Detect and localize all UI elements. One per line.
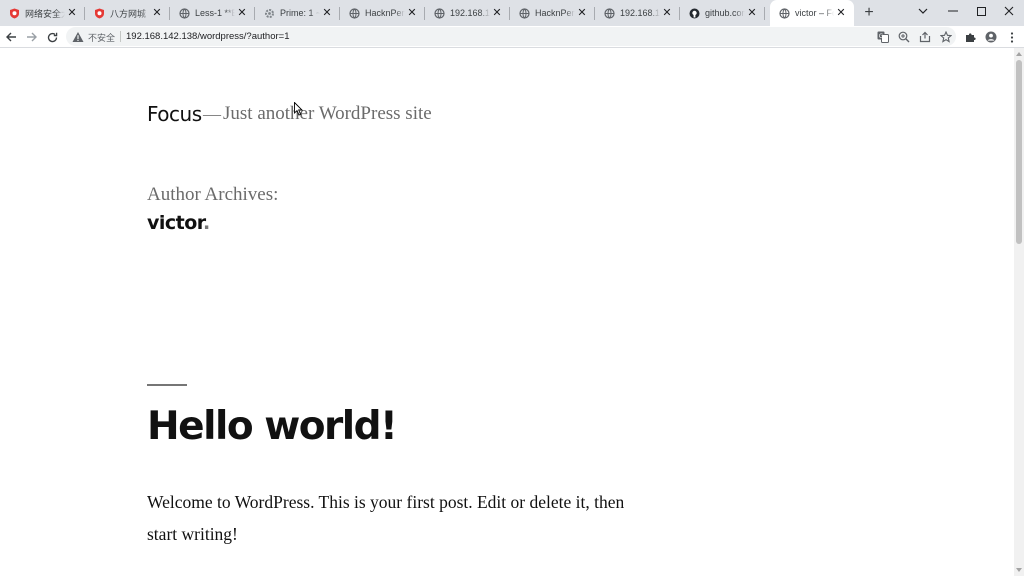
url-text[interactable]: 192.168.142.138/wordpress/?author=1 bbox=[126, 31, 289, 42]
site-description: Just another WordPress site bbox=[223, 103, 432, 124]
new-tab-button[interactable]: + bbox=[861, 5, 877, 21]
close-icon[interactable]: ✕ bbox=[235, 6, 249, 20]
tab-title: victor – Focus bbox=[795, 8, 834, 18]
tab-title: 八方网城 bbox=[110, 8, 147, 19]
close-icon[interactable]: ✕ bbox=[320, 6, 334, 20]
post-excerpt: Welcome to WordPress. This is your first… bbox=[147, 492, 625, 544]
scrollbar-thumb[interactable] bbox=[1016, 60, 1022, 244]
maximize-button[interactable] bbox=[966, 0, 996, 22]
extensions-button[interactable] bbox=[961, 28, 979, 46]
post-separator bbox=[147, 384, 187, 386]
globe-icon bbox=[519, 7, 530, 19]
archive-author: victor. bbox=[147, 212, 210, 234]
web-page: Focus — Just another WordPress site Auth… bbox=[0, 48, 1014, 576]
tab-search-button[interactable] bbox=[908, 0, 938, 22]
reload-icon bbox=[47, 32, 57, 42]
warning-icon[interactable] bbox=[72, 31, 84, 43]
close-icon[interactable]: ✕ bbox=[490, 6, 504, 20]
translate-icon[interactable]: G bbox=[875, 29, 890, 44]
tab-separator bbox=[764, 7, 765, 20]
chevron-down-icon bbox=[918, 8, 928, 14]
window-close-button[interactable] bbox=[994, 0, 1024, 22]
tab-title: Prime: 1 ~ V bbox=[280, 8, 320, 18]
github-icon bbox=[689, 8, 700, 19]
tab-title: HacknPentest bbox=[535, 8, 575, 18]
globe-icon bbox=[349, 7, 360, 19]
page-scrollbar[interactable] bbox=[1014, 48, 1024, 576]
author-dot: . bbox=[202, 212, 210, 234]
tab-active[interactable]: victor – Focus ✕ bbox=[770, 0, 854, 26]
more-vert-icon bbox=[1010, 31, 1014, 43]
arrow-right-icon bbox=[26, 32, 37, 42]
close-icon[interactable]: ✕ bbox=[575, 6, 589, 20]
tab-4[interactable]: HacknPentest ✕ bbox=[340, 0, 425, 26]
close-icon[interactable]: ✕ bbox=[150, 6, 164, 20]
tab-5[interactable]: 192.168.142 ✕ bbox=[425, 0, 510, 26]
globe-icon bbox=[604, 7, 615, 19]
tab-title: HacknPentest bbox=[365, 8, 405, 18]
close-icon[interactable]: ✕ bbox=[745, 6, 759, 20]
avatar-icon bbox=[985, 31, 997, 43]
author-name: victor bbox=[147, 212, 203, 234]
svg-text:G: G bbox=[878, 33, 883, 40]
mouse-cursor-icon bbox=[294, 102, 304, 116]
maximize-icon bbox=[976, 6, 986, 16]
tab-title: github.com bbox=[705, 8, 745, 18]
reload-button[interactable] bbox=[43, 28, 61, 46]
divider bbox=[120, 31, 121, 42]
close-icon[interactable]: ✕ bbox=[834, 6, 848, 20]
close-icon bbox=[1004, 6, 1014, 16]
tab-2[interactable]: Less-1 **Err ✕ bbox=[170, 0, 255, 26]
security-status[interactable]: 不安全 bbox=[88, 31, 115, 44]
tab-title: 192.168.142 bbox=[620, 8, 660, 18]
minimize-icon bbox=[948, 10, 958, 12]
tab-0[interactable]: 网络安全大师 ✕ bbox=[0, 0, 85, 26]
address-bar[interactable]: 不安全 192.168.142.138/wordpress/?author=1 … bbox=[66, 27, 956, 46]
title-separator: — bbox=[203, 104, 221, 124]
scroll-down-icon[interactable] bbox=[1016, 568, 1022, 572]
menu-button[interactable] bbox=[1003, 28, 1021, 46]
zoom-icon[interactable] bbox=[896, 29, 911, 44]
tab-8[interactable]: github.com ✕ bbox=[680, 0, 765, 26]
tab-title: 网络安全大师 bbox=[25, 8, 65, 19]
gear-icon bbox=[264, 8, 275, 19]
tab-title: 192.168.142 bbox=[450, 8, 490, 18]
minimize-button[interactable] bbox=[938, 0, 968, 22]
close-icon[interactable]: ✕ bbox=[660, 6, 674, 20]
arrow-left-icon bbox=[5, 32, 16, 42]
puzzle-icon bbox=[965, 32, 976, 42]
tab-6[interactable]: HacknPentest ✕ bbox=[510, 0, 595, 26]
globe-icon bbox=[179, 7, 190, 19]
close-icon[interactable]: ✕ bbox=[405, 6, 419, 20]
forward-button[interactable] bbox=[22, 28, 40, 46]
post-title-link[interactable]: Hello world! bbox=[147, 404, 398, 449]
globe-icon bbox=[434, 7, 445, 19]
tab-7[interactable]: 192.168.142 ✕ bbox=[595, 0, 680, 26]
star-icon[interactable] bbox=[938, 29, 953, 44]
scroll-up-icon[interactable] bbox=[1016, 52, 1022, 56]
shield-red-icon bbox=[9, 8, 20, 19]
close-icon[interactable]: ✕ bbox=[65, 6, 79, 20]
globe-icon bbox=[779, 7, 790, 19]
back-button[interactable] bbox=[2, 28, 20, 46]
tab-1[interactable]: 八方网城 ✕ bbox=[85, 0, 170, 26]
archive-label: Author Archives: bbox=[147, 184, 279, 205]
tab-3[interactable]: Prime: 1 ~ V ✕ bbox=[255, 0, 340, 26]
tab-title: Less-1 **Err bbox=[195, 8, 235, 18]
share-icon[interactable] bbox=[917, 29, 932, 44]
profile-button[interactable] bbox=[982, 28, 1000, 46]
tab-strip: 网络安全大师 ✕ 八方网城 ✕ Less-1 **Err ✕ Prime: 1 … bbox=[0, 0, 1024, 26]
browser-toolbar: 不安全 192.168.142.138/wordpress/?author=1 … bbox=[0, 26, 1024, 48]
shield-red-icon bbox=[94, 8, 105, 19]
site-title-link[interactable]: Focus bbox=[147, 102, 202, 126]
